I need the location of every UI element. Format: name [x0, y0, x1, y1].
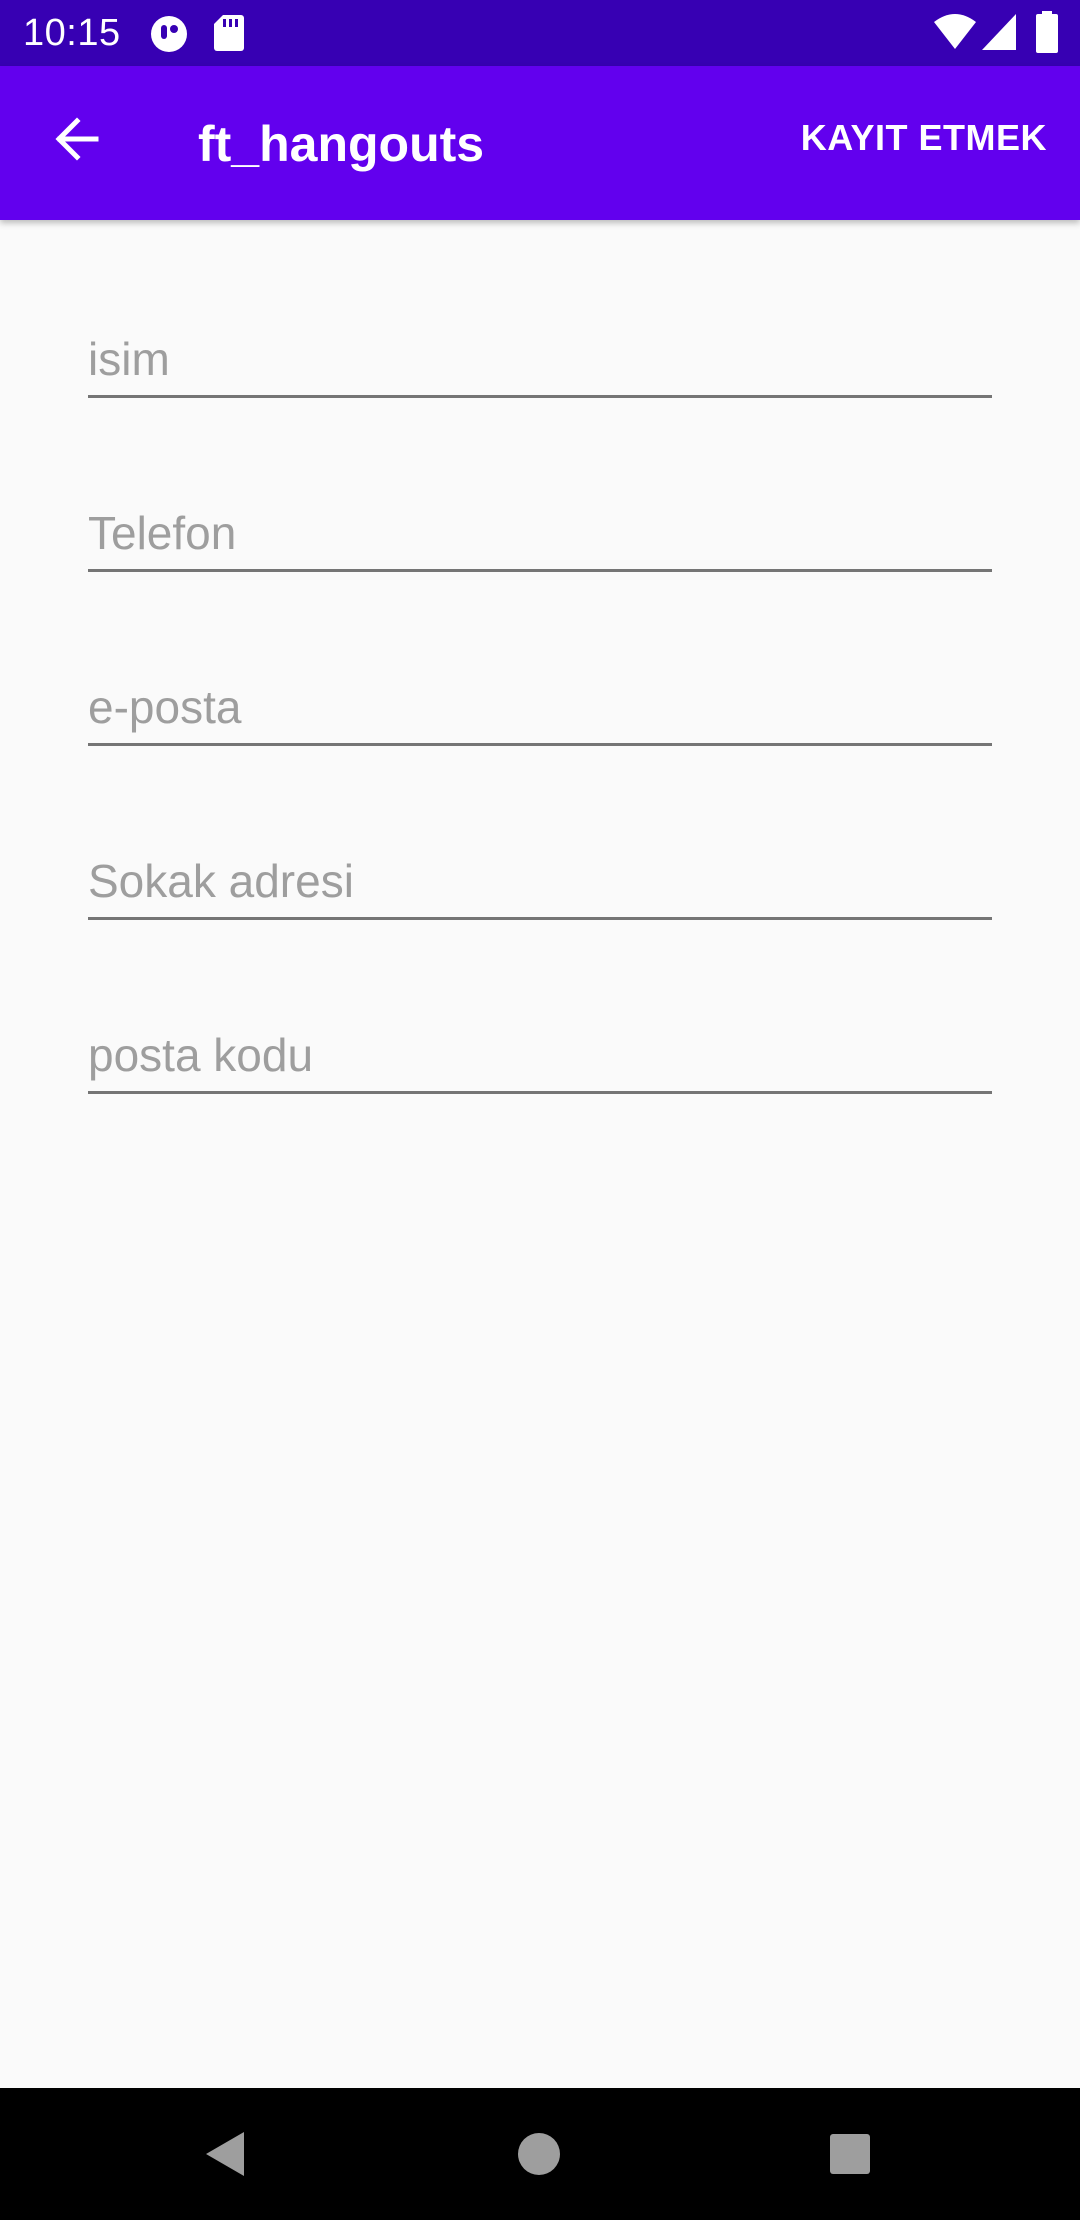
phone-field-placeholder: Telefon: [88, 507, 237, 559]
nav-back-icon[interactable]: [196, 2124, 256, 2184]
notification-app-icon: [151, 16, 187, 52]
app-bar: ft_hangouts KAYIT ETMEK: [0, 66, 1080, 220]
email-field-placeholder: e-posta: [88, 681, 242, 733]
name-field[interactable]: isim: [88, 323, 992, 398]
street-address-field[interactable]: Sokak adresi: [88, 845, 992, 920]
street-address-field-placeholder: Sokak adresi: [88, 855, 354, 907]
status-time: 10:15: [23, 12, 121, 54]
name-field-placeholder: isim: [88, 333, 170, 385]
postal-code-field-placeholder: posta kodu: [88, 1029, 314, 1081]
nav-home-icon[interactable]: [509, 2124, 569, 2184]
nav-recents-icon[interactable]: [820, 2124, 880, 2184]
postal-code-field[interactable]: posta kodu: [88, 1019, 992, 1094]
save-button[interactable]: KAYIT ETMEK: [801, 116, 1047, 160]
back-button[interactable]: [44, 100, 110, 178]
app-title: ft_hangouts: [198, 116, 485, 172]
sd-card-icon: [214, 15, 244, 51]
battery-icon: [1036, 11, 1058, 53]
phone-field[interactable]: Telefon: [88, 497, 992, 572]
navigation-bar: [0, 2088, 1080, 2220]
wifi-icon: [934, 14, 976, 49]
status-bar: 10:15: [0, 0, 1080, 66]
arrow-back-icon: [55, 117, 99, 161]
email-field[interactable]: e-posta: [88, 671, 992, 746]
cellular-signal-icon: [982, 14, 1016, 50]
